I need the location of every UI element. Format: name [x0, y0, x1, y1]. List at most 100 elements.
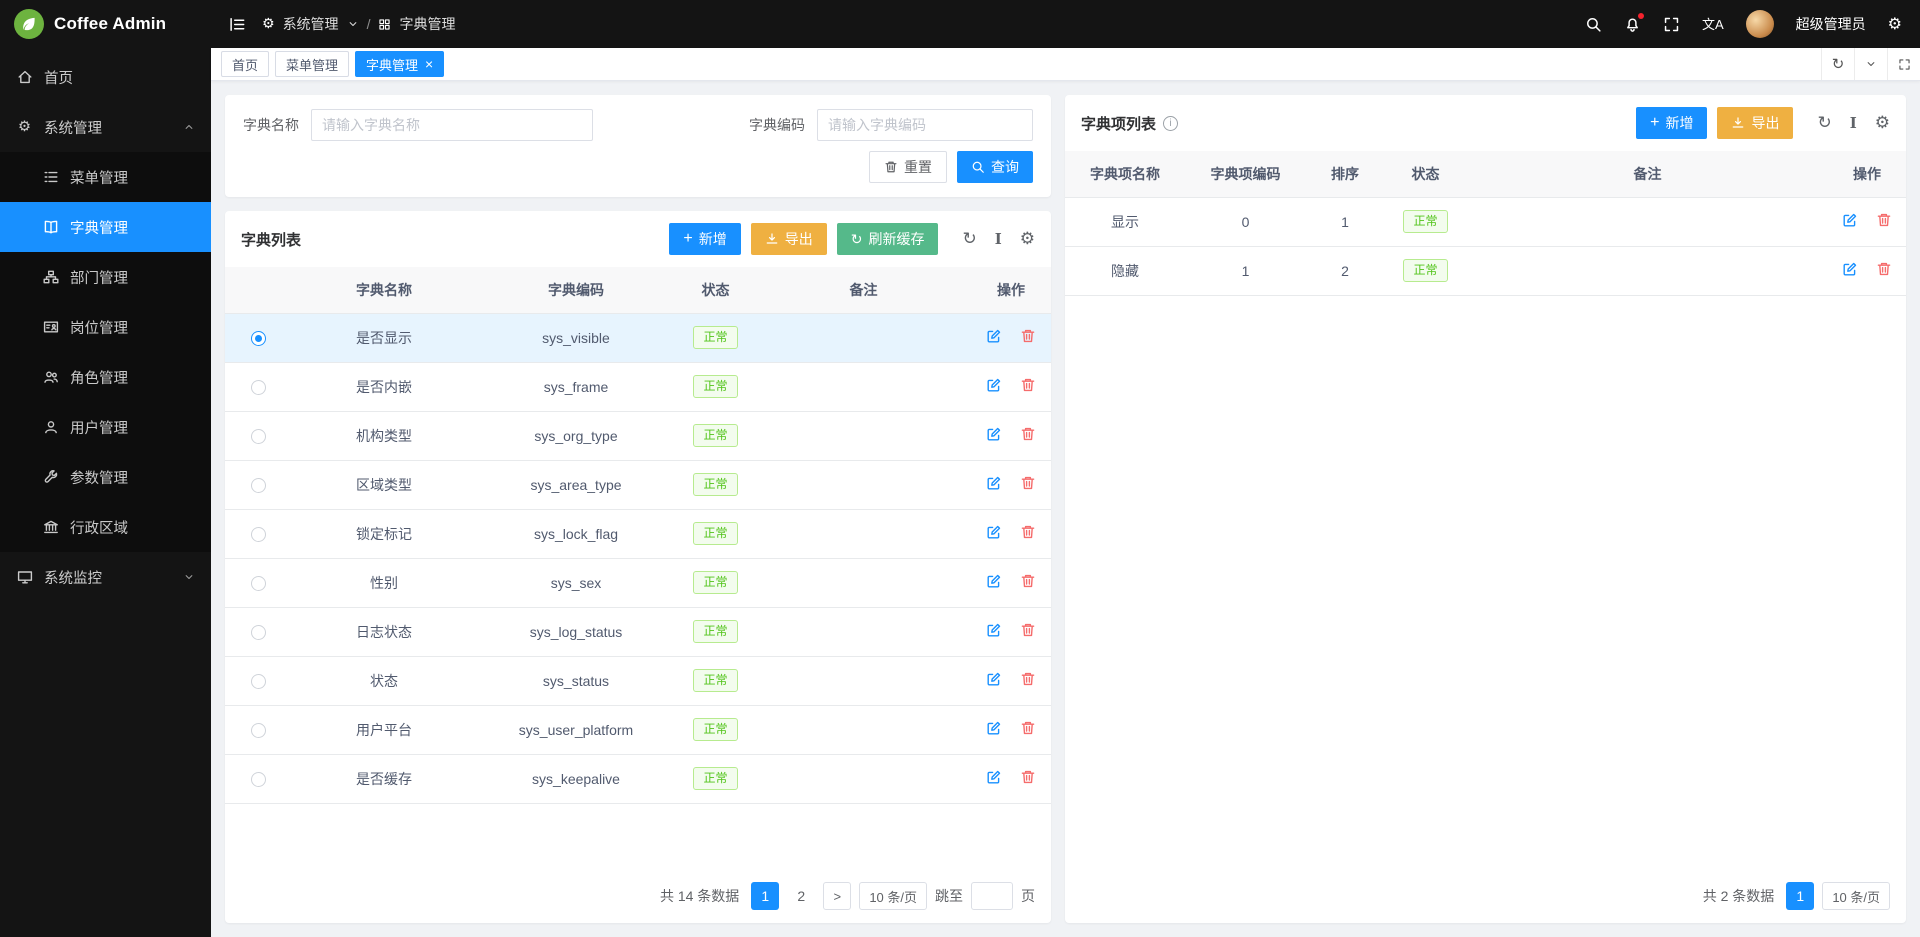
- sidebar-item-user-management[interactable]: 用户管理: [0, 402, 211, 452]
- edit-icon[interactable]: [986, 524, 1002, 540]
- page-button-1[interactable]: 1: [1786, 882, 1814, 910]
- tab-menu-management[interactable]: 菜单管理: [275, 51, 349, 77]
- delete-icon[interactable]: [1020, 475, 1036, 491]
- refresh-table-icon[interactable]: ↻: [1817, 113, 1831, 133]
- edit-icon[interactable]: [1842, 261, 1858, 277]
- page-size-select[interactable]: 10 条/页: [1822, 882, 1890, 910]
- reset-button[interactable]: 重置: [869, 151, 947, 183]
- query-button[interactable]: 查询: [957, 151, 1033, 183]
- dict-items-card: 字典项列表 i + 新增 导出 ↻: [1065, 95, 1906, 923]
- fullscreen-icon[interactable]: [1663, 16, 1680, 33]
- row-radio[interactable]: [251, 478, 266, 493]
- table-density-icon[interactable]: I: [1850, 114, 1857, 132]
- edit-icon[interactable]: [986, 377, 1002, 393]
- row-radio[interactable]: [251, 429, 266, 444]
- edit-icon[interactable]: [1842, 212, 1858, 228]
- sidebar-item-home[interactable]: 首页: [0, 52, 211, 102]
- next-page-button[interactable]: >: [823, 882, 851, 910]
- table-row[interactable]: 日志状态 sys_log_status 正常: [225, 607, 1051, 656]
- row-radio-checked[interactable]: [251, 331, 266, 346]
- dict-name-cell: 机构类型: [291, 411, 477, 460]
- table-row[interactable]: 锁定标记 sys_lock_flag 正常: [225, 509, 1051, 558]
- avatar[interactable]: [1746, 10, 1774, 38]
- add-dict-item-button[interactable]: + 新增: [1636, 107, 1707, 139]
- delete-icon[interactable]: [1020, 573, 1036, 589]
- row-radio[interactable]: [251, 772, 266, 787]
- table-row[interactable]: 是否内嵌 sys_frame 正常: [225, 362, 1051, 411]
- column-settings-gear-icon[interactable]: ⚙: [1875, 115, 1890, 132]
- delete-icon[interactable]: [1020, 426, 1036, 442]
- table-density-icon[interactable]: I: [995, 230, 1002, 248]
- search-icon[interactable]: [1585, 16, 1602, 33]
- refresh-tab-icon[interactable]: ↻: [1821, 48, 1854, 80]
- row-radio[interactable]: [251, 527, 266, 542]
- row-radio[interactable]: [251, 674, 266, 689]
- close-icon[interactable]: ×: [425, 57, 433, 71]
- delete-icon[interactable]: [1020, 328, 1036, 344]
- page-size-select[interactable]: 10 条/页: [859, 882, 927, 910]
- table-row[interactable]: 性别 sys_sex 正常: [225, 558, 1051, 607]
- translate-icon[interactable]: 文A: [1702, 18, 1724, 31]
- sidebar-item-param-management[interactable]: 参数管理: [0, 452, 211, 502]
- edit-icon[interactable]: [986, 328, 1002, 344]
- export-dict-items-button[interactable]: 导出: [1717, 107, 1793, 139]
- delete-icon[interactable]: [1020, 524, 1036, 540]
- edit-icon[interactable]: [986, 769, 1002, 785]
- edit-icon[interactable]: [986, 475, 1002, 491]
- sidebar-item-role-management[interactable]: 角色管理: [0, 352, 211, 402]
- tab-dict-management[interactable]: 字典管理 ×: [355, 51, 444, 77]
- row-radio[interactable]: [251, 625, 266, 640]
- add-dict-button[interactable]: + 新增: [669, 223, 740, 255]
- table-row[interactable]: 隐藏 1 2 正常: [1065, 246, 1906, 295]
- delete-icon[interactable]: [1876, 212, 1892, 228]
- edit-icon[interactable]: [986, 720, 1002, 736]
- sidebar-item-dict-management[interactable]: 字典管理: [0, 202, 211, 252]
- table-row[interactable]: 显示 0 1 正常: [1065, 197, 1906, 246]
- sidebar-item-region-management[interactable]: 行政区域: [0, 502, 211, 552]
- delete-icon[interactable]: [1020, 622, 1036, 638]
- menu-fold-icon[interactable]: [229, 16, 246, 33]
- breadcrumb-item-dict[interactable]: 字典管理: [399, 14, 455, 34]
- jump-page-input[interactable]: [971, 882, 1013, 910]
- dict-name-input[interactable]: [311, 109, 593, 141]
- row-radio[interactable]: [251, 723, 266, 738]
- info-icon[interactable]: i: [1163, 116, 1178, 131]
- sidebar-item-menu-management[interactable]: 菜单管理: [0, 152, 211, 202]
- table-row[interactable]: 区域类型 sys_area_type 正常: [225, 460, 1051, 509]
- row-radio[interactable]: [251, 576, 266, 591]
- current-user-name[interactable]: 超级管理员: [1796, 14, 1866, 34]
- sidebar-item-post-management[interactable]: 岗位管理: [0, 302, 211, 352]
- settings-gear-icon[interactable]: ⚙: [1888, 16, 1902, 32]
- table-row[interactable]: 是否缓存 sys_keepalive 正常: [225, 754, 1051, 803]
- export-dict-button[interactable]: 导出: [751, 223, 827, 255]
- row-radio[interactable]: [251, 380, 266, 395]
- sidebar-group-system-monitor[interactable]: 系统监控: [0, 552, 211, 602]
- breadcrumb-item-system[interactable]: 系统管理: [283, 14, 339, 34]
- dict-code-input[interactable]: [817, 109, 1033, 141]
- tab-actions-chevron-icon[interactable]: [1854, 48, 1887, 80]
- column-settings-gear-icon[interactable]: ⚙: [1020, 231, 1035, 248]
- delete-icon[interactable]: [1020, 671, 1036, 687]
- tab-home[interactable]: 首页: [221, 51, 269, 77]
- page-button-1[interactable]: 1: [751, 882, 779, 910]
- table-row[interactable]: 机构类型 sys_org_type 正常: [225, 411, 1051, 460]
- delete-icon[interactable]: [1876, 261, 1892, 277]
- table-row[interactable]: 用户平台 sys_user_platform 正常: [225, 705, 1051, 754]
- table-row[interactable]: 状态 sys_status 正常: [225, 656, 1051, 705]
- refresh-table-icon[interactable]: ↻: [962, 229, 976, 249]
- sidebar-item-dept-management[interactable]: 部门管理: [0, 252, 211, 302]
- page-button-2[interactable]: 2: [787, 882, 815, 910]
- refresh-cache-button[interactable]: ↻ 刷新缓存: [837, 223, 939, 255]
- delete-icon[interactable]: [1020, 377, 1036, 393]
- app-logo[interactable]: Coffee Admin: [0, 0, 211, 48]
- maximize-pane-icon[interactable]: [1887, 48, 1920, 80]
- edit-icon[interactable]: [986, 671, 1002, 687]
- edit-icon[interactable]: [986, 622, 1002, 638]
- notification-bell-icon[interactable]: [1624, 16, 1641, 33]
- edit-icon[interactable]: [986, 426, 1002, 442]
- delete-icon[interactable]: [1020, 769, 1036, 785]
- table-row[interactable]: 是否显示 sys_visible 正常: [225, 313, 1051, 362]
- edit-icon[interactable]: [986, 573, 1002, 589]
- sidebar-group-system-management[interactable]: ⚙ 系统管理: [0, 102, 211, 152]
- delete-icon[interactable]: [1020, 720, 1036, 736]
